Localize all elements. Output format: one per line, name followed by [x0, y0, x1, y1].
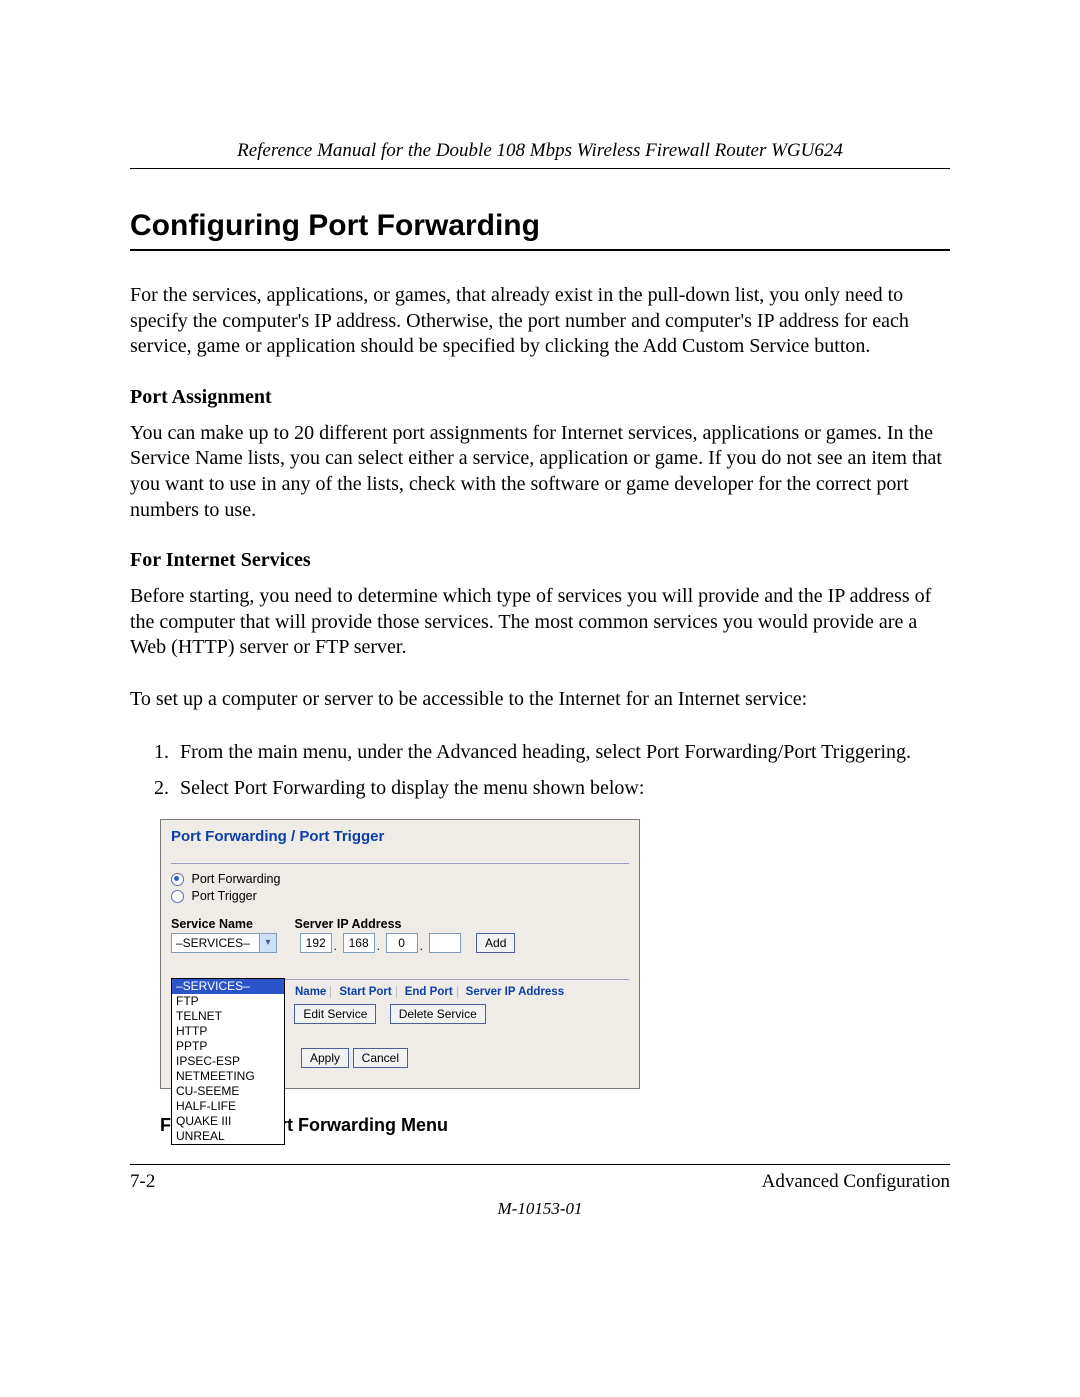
port-table-header: Name Start Port End Port Server IP Addre…: [291, 986, 629, 998]
service-select-value: –SERVICES–: [176, 936, 250, 950]
th-start-port: Start Port: [335, 986, 396, 998]
dropdown-option[interactable]: FTP: [172, 994, 284, 1009]
dropdown-option[interactable]: HTTP: [172, 1024, 284, 1039]
cancel-button[interactable]: Cancel: [353, 1048, 408, 1068]
dropdown-option[interactable]: PPTP: [172, 1039, 284, 1054]
chevron-down-icon: ▾: [259, 934, 276, 952]
radio-dot-icon: [171, 890, 184, 903]
service-select[interactable]: –SERVICES– ▾: [171, 933, 277, 953]
add-button[interactable]: Add: [476, 933, 515, 953]
th-name: Name: [291, 986, 331, 998]
subhead-internet-services: For Internet Services: [130, 549, 950, 572]
footer-section-name: Advanced Configuration: [762, 1171, 950, 1193]
th-server-ip: Server IP Address: [462, 986, 568, 998]
ip-octet-3[interactable]: 0: [386, 933, 418, 953]
panel-title-rule: [171, 863, 629, 864]
th-end-port: End Port: [401, 986, 458, 998]
ip-octet-4[interactable]: [429, 933, 461, 953]
step-1: From the main menu, under the Advanced h…: [174, 739, 950, 765]
dropdown-option[interactable]: IPSEC-ESP: [172, 1054, 284, 1069]
footer-rule: [130, 1164, 950, 1165]
document-number: M-10153-01: [130, 1199, 950, 1219]
dropdown-option[interactable]: CU-SEEME: [172, 1084, 284, 1099]
panel-title: Port Forwarding / Port Trigger: [171, 828, 629, 845]
dropdown-option[interactable]: UNREAL: [172, 1129, 284, 1144]
radio-port-forwarding[interactable]: Port Forwarding: [171, 872, 629, 886]
step-2: Select Port Forwarding to display the me…: [174, 775, 950, 801]
edit-service-button[interactable]: Edit Service: [294, 1004, 376, 1024]
section-title: Configuring Port Forwarding: [130, 209, 950, 243]
dropdown-option[interactable]: HALF-LIFE: [172, 1099, 284, 1114]
ip-octet-1[interactable]: 192: [300, 933, 332, 953]
internet-services-paragraph-1: Before starting, you need to determine w…: [130, 584, 950, 661]
label-server-ip: Server IP Address: [294, 917, 401, 931]
page-number: 7-2: [130, 1171, 155, 1193]
subhead-port-assignment: Port Assignment: [130, 386, 950, 409]
dropdown-option[interactable]: TELNET: [172, 1009, 284, 1024]
internet-services-paragraph-2: To set up a computer or server to be acc…: [130, 687, 950, 713]
port-assignment-paragraph: You can make up to 20 different port ass…: [130, 421, 950, 523]
ip-octet-2[interactable]: 168: [343, 933, 375, 953]
router-screenshot: Port Forwarding / Port Trigger Port Forw…: [160, 819, 640, 1089]
header-rule: [130, 168, 950, 169]
steps-list: From the main menu, under the Advanced h…: [130, 739, 950, 801]
label-service-name: Service Name: [171, 917, 291, 931]
title-rule: [130, 249, 950, 251]
radio-label-forwarding: Port Forwarding: [191, 872, 280, 886]
radio-dot-icon: [171, 873, 184, 886]
apply-button[interactable]: Apply: [301, 1048, 349, 1068]
intro-paragraph: For the services, applications, or games…: [130, 283, 950, 360]
dropdown-option[interactable]: QUAKE III: [172, 1114, 284, 1129]
dropdown-option[interactable]: NETMEETING: [172, 1069, 284, 1084]
dropdown-option[interactable]: –SERVICES–: [172, 979, 284, 994]
service-dropdown-list[interactable]: –SERVICES– FTP TELNET HTTP PPTP IPSEC-ES…: [171, 978, 285, 1145]
radio-label-trigger: Port Trigger: [191, 889, 256, 903]
delete-service-button[interactable]: Delete Service: [390, 1004, 486, 1024]
radio-port-trigger[interactable]: Port Trigger: [171, 889, 629, 903]
running-header: Reference Manual for the Double 108 Mbps…: [130, 140, 950, 162]
